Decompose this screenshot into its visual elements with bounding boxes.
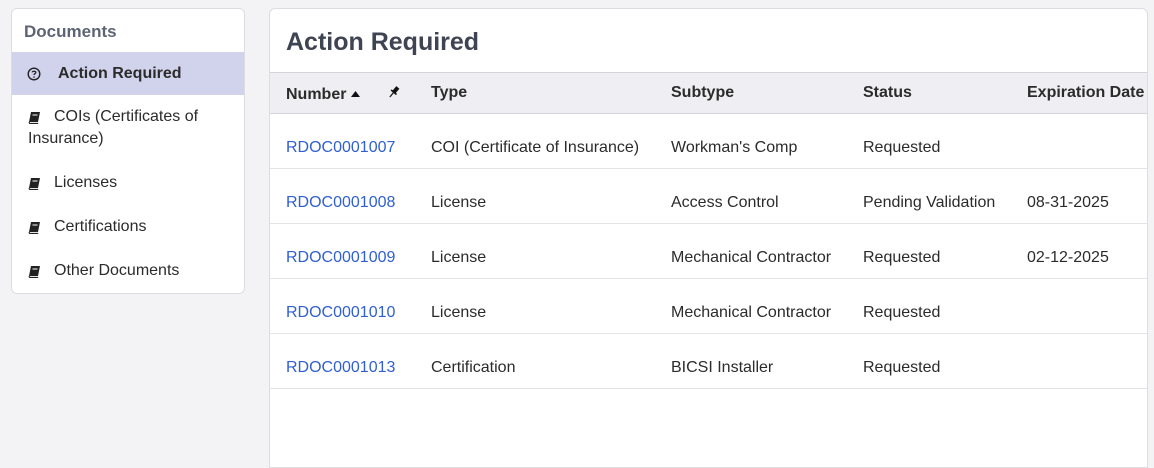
column-header-number[interactable]: Number [286, 84, 361, 104]
book-icon [27, 216, 41, 238]
expiration-date-cell: 02-12-2025 [1027, 249, 1109, 266]
table-row[interactable]: RDOC0001007 COI (Certificate of Insuranc… [270, 114, 1147, 169]
type-cell: License [431, 249, 487, 266]
document-number-link[interactable]: RDOC0001010 [286, 304, 395, 322]
documents-sidebar: Documents Action Required COIs (Certific… [11, 8, 245, 294]
table-row[interactable]: RDOC0001010 License Mechanical Contracto… [270, 279, 1147, 334]
sidebar-item-action-required[interactable]: Action Required [12, 52, 244, 95]
book-icon [27, 172, 41, 194]
page-title: Action Required [286, 28, 480, 56]
sort-ascending-icon [351, 84, 361, 102]
type-cell: License [431, 194, 487, 211]
status-cell: Requested [863, 359, 941, 376]
column-header-label: Number [286, 86, 347, 103]
subtype-cell: Mechanical Contractor [671, 249, 832, 266]
table-row[interactable]: RDOC0001009 License Mechanical Contracto… [270, 224, 1147, 279]
subtype-cell: BICSI Installer [671, 359, 774, 376]
book-icon [27, 260, 41, 282]
column-header-type[interactable]: Type [431, 84, 467, 102]
type-cell: Certification [431, 359, 516, 376]
action-required-panel: Action Required Number Type Subtype Stat… [269, 8, 1148, 468]
subtype-cell: Workman's Comp [671, 139, 798, 156]
sidebar-item-label: Other Documents [54, 262, 180, 279]
column-header-expiration-date[interactable]: Expiration Date [1027, 84, 1144, 102]
document-number-link[interactable]: RDOC0001007 [286, 139, 395, 157]
expiration-date-cell: 08-31-2025 [1027, 194, 1109, 211]
type-cell: License [431, 304, 487, 321]
column-header-subtype[interactable]: Subtype [671, 84, 734, 102]
status-cell: Pending Validation [863, 194, 996, 211]
subtype-cell: Access Control [671, 194, 779, 211]
document-number-link[interactable]: RDOC0001008 [286, 194, 395, 212]
sidebar-item-cois[interactable]: COIs (Certificates of Insurance) [12, 95, 244, 161]
document-number-link[interactable]: RDOC0001013 [286, 359, 395, 377]
table-header: Number Type Subtype Status Expiration Da… [270, 72, 1147, 114]
type-cell: COI (Certificate of Insurance) [431, 139, 640, 156]
status-cell: Requested [863, 304, 941, 321]
question-circle-icon [27, 63, 41, 85]
sidebar-item-licenses[interactable]: Licenses [12, 161, 244, 205]
sidebar-title: Documents [24, 22, 117, 41]
sidebar-item-label: COIs (Certificates of Insurance) [28, 108, 199, 147]
status-cell: Requested [863, 249, 941, 266]
sidebar-item-label: Licenses [54, 174, 118, 191]
status-cell: Requested [863, 139, 941, 156]
table-row[interactable]: RDOC0001008 License Access Control Pendi… [270, 169, 1147, 224]
sidebar-item-certifications[interactable]: Certifications [12, 205, 244, 249]
subtype-cell: Mechanical Contractor [671, 304, 832, 321]
sidebar-item-label: Action Required [58, 64, 182, 82]
document-number-link[interactable]: RDOC0001009 [286, 249, 395, 267]
sidebar-item-other-documents[interactable]: Other Documents [12, 249, 244, 293]
pin-icon[interactable] [388, 85, 400, 104]
table-row[interactable]: RDOC0001013 Certification BICSI Installe… [270, 334, 1147, 389]
column-header-status[interactable]: Status [863, 84, 912, 102]
sidebar-item-label: Certifications [54, 218, 147, 235]
